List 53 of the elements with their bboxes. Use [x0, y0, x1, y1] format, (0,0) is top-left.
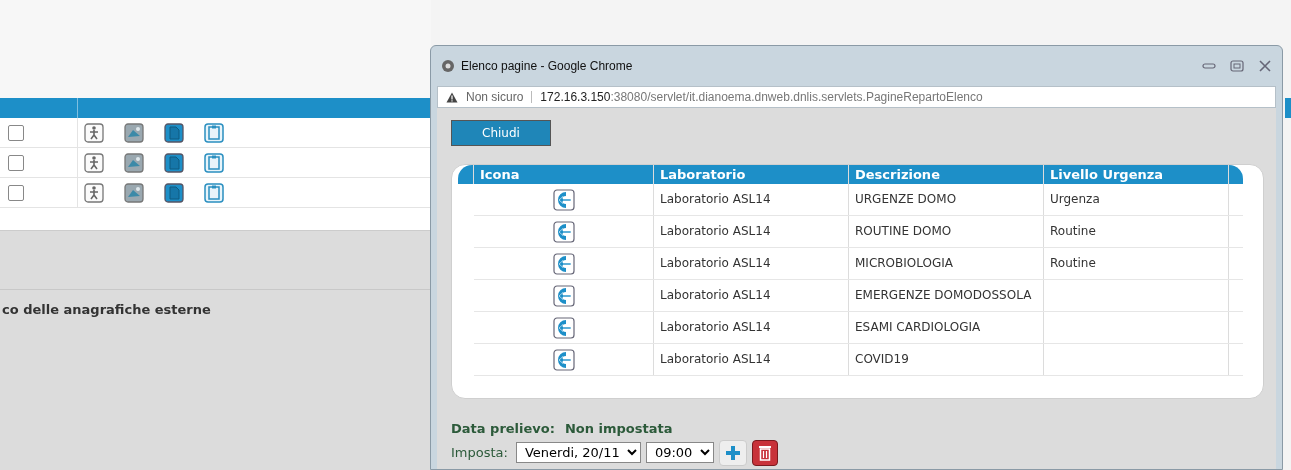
table-cell: Urgenza	[1044, 184, 1229, 215]
field-label: Data prelievo:	[451, 421, 555, 436]
address-bar[interactable]: Non sicuro 172.16.3.150:38080/servlet/it.dianoema.dnweb.dnlis.servlets.PagineRepartoElenco	[437, 86, 1276, 108]
table-cell: ESAMI CARDIOLOGIA	[849, 312, 1044, 343]
table-cell: Laboratorio ASL14	[654, 248, 849, 279]
trash-icon	[757, 444, 772, 461]
table-cell: ROUTINE DOMO	[849, 216, 1044, 247]
column-header: Icona	[474, 165, 654, 184]
column-header: Livello Urgenza	[1044, 165, 1229, 184]
field-value: Non impostata	[564, 421, 673, 436]
table-cell: Laboratorio ASL14	[654, 184, 849, 215]
globe-icon	[441, 59, 455, 73]
document-icon[interactable]	[164, 182, 184, 203]
url-text: 172.16.3.150:38080/servlet/it.dianoema.dnweb.dnlis.servlets.PagineRepartoElenco	[540, 89, 983, 106]
window-title: Elenco pagine - Google Chrome	[461, 58, 633, 75]
document-icon[interactable]	[164, 122, 184, 143]
table-cell: Routine	[1044, 216, 1229, 247]
security-label: Non sicuro	[466, 89, 524, 106]
table-cell: EMERGENZE DOMODOSSOLA	[849, 280, 1044, 311]
delete-button[interactable]	[751, 439, 778, 466]
minimize-icon[interactable]	[1202, 61, 1216, 71]
column-header: Laboratorio	[654, 165, 849, 184]
field-label: Imposta:	[451, 443, 508, 462]
close-icon[interactable]	[1258, 60, 1272, 72]
maximize-icon[interactable]	[1230, 60, 1244, 72]
person-icon[interactable]	[84, 182, 104, 203]
checkbox[interactable]	[8, 184, 24, 201]
photo-icon[interactable]	[124, 122, 144, 143]
table-cell: Routine	[1044, 248, 1229, 279]
dropdown[interactable]: 09:00	[645, 442, 714, 463]
table-header	[1285, 98, 1291, 118]
person-icon[interactable]	[84, 122, 104, 143]
plus-icon	[724, 444, 741, 461]
person-icon[interactable]	[84, 152, 104, 173]
checkbox[interactable]	[8, 154, 24, 171]
dropdown[interactable]: Venerdi, 20/11	[515, 442, 641, 463]
table-cell: Laboratorio ASL14	[654, 216, 849, 247]
column-header: Descrizione	[849, 165, 1044, 184]
checkbox[interactable]	[8, 124, 24, 141]
photo-icon[interactable]	[124, 152, 144, 173]
table-cell: Laboratorio ASL14	[654, 312, 849, 343]
clipboard-icon[interactable]	[204, 182, 224, 203]
close-button[interactable]: Chiudi	[451, 120, 551, 146]
table-cell: Laboratorio ASL14	[654, 344, 849, 375]
table-cell: Laboratorio ASL14	[654, 280, 849, 311]
document-icon[interactable]	[164, 152, 184, 173]
photo-icon[interactable]	[124, 182, 144, 203]
clipboard-icon[interactable]	[204, 122, 224, 143]
table-cell: COVID19	[849, 344, 1044, 375]
table-cell: URGENZE DOMO	[849, 184, 1044, 215]
table-cell: MICROBIOLOGIA	[849, 248, 1044, 279]
clipboard-icon[interactable]	[204, 152, 224, 173]
warning-icon	[446, 91, 458, 103]
